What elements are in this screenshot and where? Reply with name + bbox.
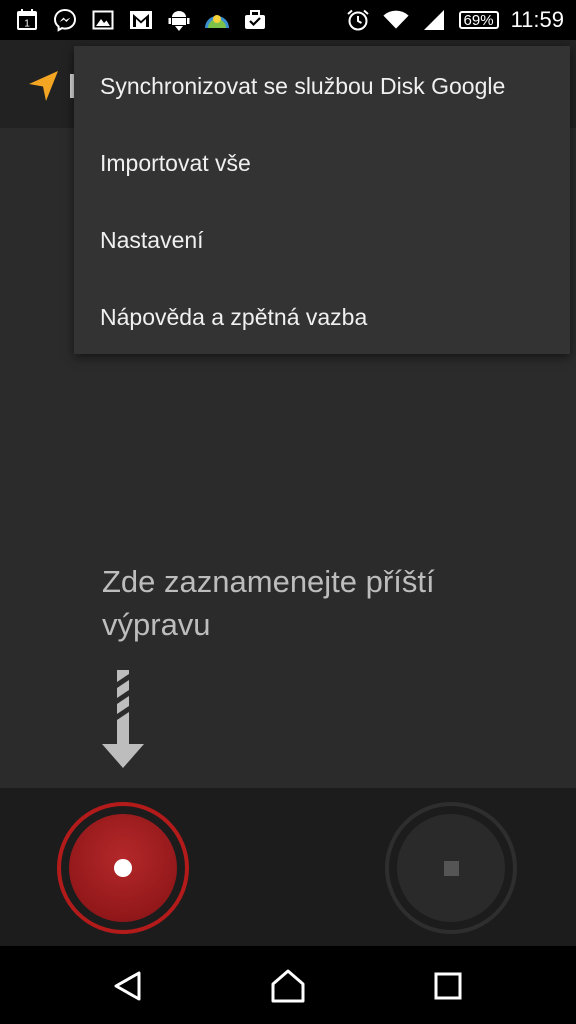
calendar-day: 1 <box>24 19 30 30</box>
clock: 11:59 <box>510 7 564 32</box>
gallery-icon <box>90 8 116 32</box>
stop-icon <box>443 860 459 876</box>
stop-button[interactable] <box>385 802 517 934</box>
navigation-arrow-icon[interactable] <box>26 68 62 104</box>
record-button-face <box>69 814 177 922</box>
down-arrow-icon <box>100 668 146 772</box>
status-bar: 1 69% 11:59 <box>0 0 576 40</box>
back-icon[interactable] <box>108 966 148 1006</box>
weather-icon <box>204 8 230 32</box>
prompt-line-2: výpravu <box>102 607 211 642</box>
menu-item-sync-google-drive[interactable]: Synchronizovat se službou Disk Google <box>74 48 570 125</box>
system-icons: 69% 11:59 <box>345 7 564 33</box>
menu-item-help-feedback[interactable]: Nápověda a zpětná vazba <box>74 279 570 356</box>
recents-icon[interactable] <box>428 966 468 1006</box>
notification-icons: 1 <box>14 8 268 32</box>
messenger-icon <box>52 8 78 32</box>
recording-controls <box>0 788 576 946</box>
overflow-menu: Synchronizovat se službou Disk Google Im… <box>74 46 570 354</box>
battery-indicator: 69% <box>458 11 499 29</box>
signal-icon <box>421 8 447 32</box>
record-button[interactable] <box>57 802 189 934</box>
battery-level: 69% <box>463 11 494 29</box>
menu-item-import-all[interactable]: Importovat vše <box>74 125 570 202</box>
prompt-line-1: Zde zaznamenejte příští <box>102 564 435 599</box>
menu-item-settings[interactable]: Nastavení <box>74 202 570 279</box>
alarm-icon <box>345 8 371 32</box>
stop-button-face <box>397 814 505 922</box>
gmail-icon <box>128 8 154 32</box>
wifi-icon <box>382 8 409 32</box>
system-nav-bar <box>0 946 576 1024</box>
record-icon <box>114 859 132 877</box>
android-download-icon <box>166 8 192 32</box>
record-prompt: Zde zaznamenejte příští výpravu <box>102 560 522 646</box>
briefcase-icon <box>242 8 268 32</box>
home-icon[interactable] <box>268 966 308 1006</box>
calendar-icon: 1 <box>14 8 40 32</box>
